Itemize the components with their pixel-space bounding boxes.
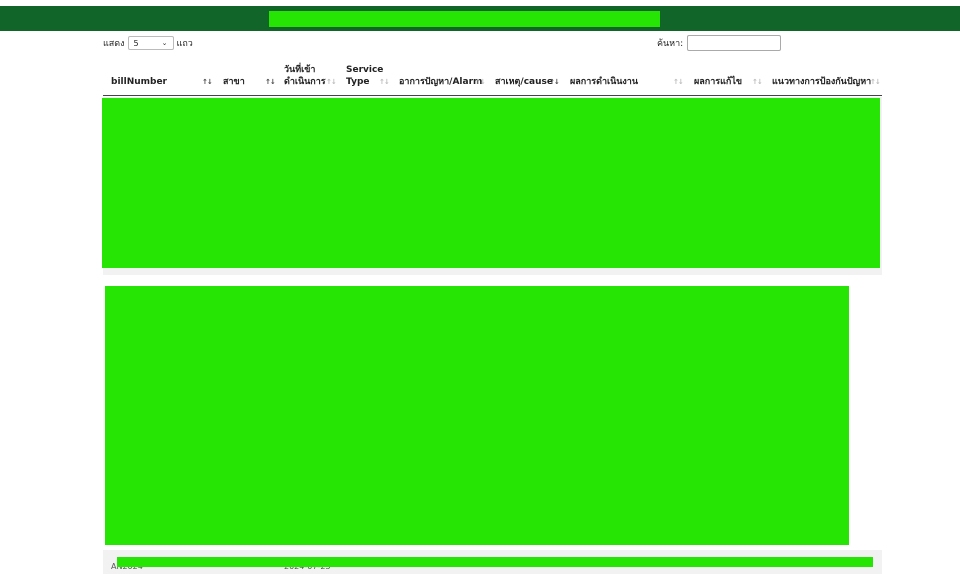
sort-icon: ↑↓ <box>549 78 560 86</box>
sort-icon: ↑↓ <box>379 78 390 86</box>
app-header-bar <box>0 6 960 31</box>
search-control: ค้นหา: <box>657 35 782 51</box>
search-label: ค้นหา: <box>657 39 684 49</box>
column-header-result[interactable]: ผลการดำเนินงาน ↑↓ <box>570 62 685 96</box>
sort-icon: ↑↓ <box>870 78 881 86</box>
table-header: billNumber ↑↓ สาขา ↑↓ วันที่เข้าดำเนินกา… <box>103 62 882 96</box>
sort-icon: ↑↓ <box>673 78 684 86</box>
sort-icon: ↑↓ <box>202 78 213 86</box>
column-header-visit-date[interactable]: วันที่เข้าดำเนินการ ↑↓ <box>284 62 342 96</box>
column-header-branch[interactable]: สาขา ↑↓ <box>223 62 283 96</box>
sort-icon: ↑↓ <box>265 78 276 86</box>
chevron-down-icon: ⌄ <box>161 39 168 47</box>
show-label: แสดง <box>103 39 125 49</box>
sort-icon: ↑↓ <box>326 78 337 86</box>
rows-label: แถว <box>176 39 193 49</box>
column-header-bill-number[interactable]: billNumber ↑↓ <box>111 62 213 96</box>
column-header-cause[interactable]: สาเหตุ/cause ↑↓ <box>495 62 565 96</box>
column-header-prevention[interactable]: แนวทางการป้องกันปัญหา ↑↓ <box>772 62 882 96</box>
search-input[interactable] <box>687 35 782 51</box>
sort-icon: ↑↓ <box>475 78 486 86</box>
column-header-resolution[interactable]: ผลการแก้ไข ↑↓ <box>694 62 766 96</box>
sort-icon: ↑↓ <box>752 78 763 86</box>
redacted-row-content <box>117 557 873 567</box>
page-title-redacted <box>269 11 660 27</box>
redacted-row-content <box>102 98 880 268</box>
page-length-value: 5 <box>133 38 139 48</box>
column-header-service-type[interactable]: Service Type ↑↓ <box>346 62 391 96</box>
column-header-symptom[interactable]: อาการปัญหา/Alarm ↑↓ <box>399 62 491 96</box>
redacted-row-content <box>105 286 849 545</box>
page-length-select[interactable]: 5 ⌄ <box>127 36 174 50</box>
page-length-control: แสดง 5 ⌄ แถว <box>103 36 193 50</box>
